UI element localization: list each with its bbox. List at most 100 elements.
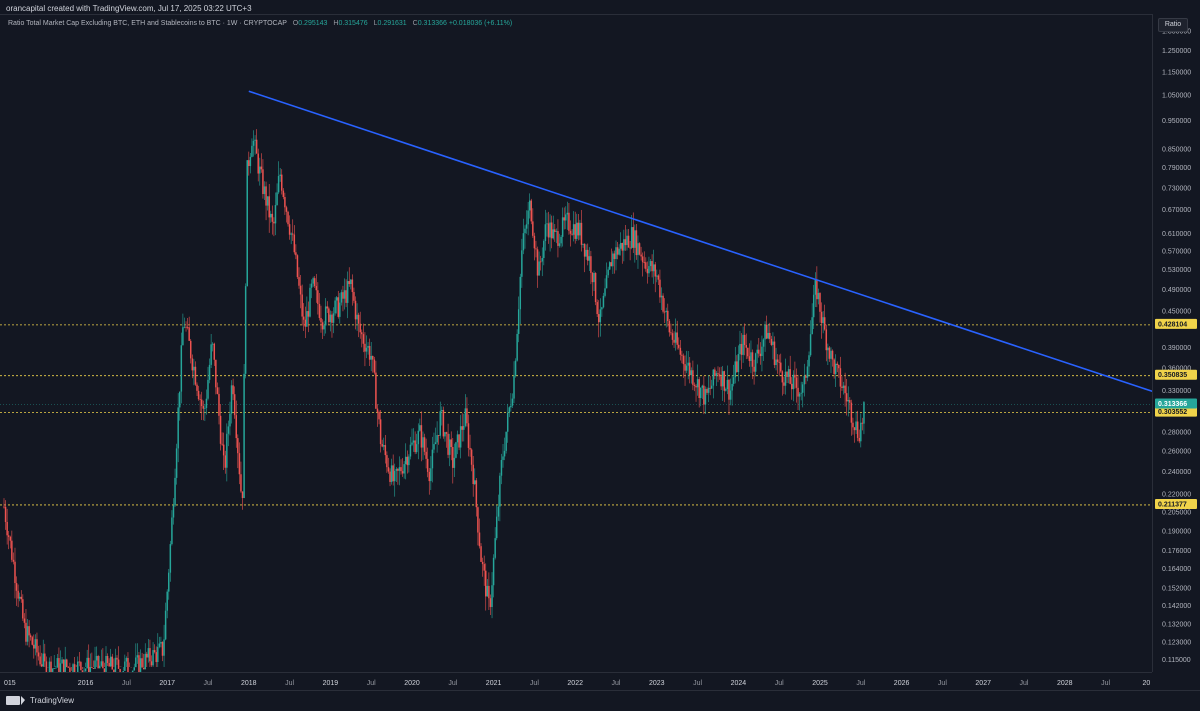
candle-body-542 bbox=[854, 427, 856, 430]
candle-body-348 bbox=[549, 223, 551, 238]
time-label-23: 2027 bbox=[975, 680, 991, 687]
candle-body-259 bbox=[410, 445, 412, 457]
candle-body-280 bbox=[443, 410, 445, 436]
candle-body-110 bbox=[176, 448, 178, 477]
price-tick-2: 1.150000 bbox=[1162, 69, 1191, 76]
candle-body-1 bbox=[5, 507, 7, 522]
candle-body-303 bbox=[479, 533, 481, 547]
candle-body-199 bbox=[316, 286, 318, 290]
candle-body-541 bbox=[852, 423, 854, 428]
candle-body-250 bbox=[396, 469, 398, 471]
candle-body-423 bbox=[667, 311, 669, 321]
candle-body-235 bbox=[372, 356, 374, 360]
price-tick-27: 0.132000 bbox=[1162, 622, 1191, 629]
candle-body-321 bbox=[507, 413, 509, 432]
candle-body-290 bbox=[458, 434, 460, 447]
candle-body-420 bbox=[662, 296, 664, 312]
candle-body-526 bbox=[829, 348, 831, 359]
candle-body-177 bbox=[281, 175, 283, 191]
candle-body-253 bbox=[400, 467, 402, 471]
candle-body-391 bbox=[617, 247, 619, 254]
candle-body-96 bbox=[154, 650, 156, 652]
candle-body-84 bbox=[135, 657, 137, 667]
candle-body-525 bbox=[827, 348, 829, 351]
candle-body-40 bbox=[66, 660, 68, 668]
candle-body-396 bbox=[625, 239, 627, 245]
candle-body-327 bbox=[516, 334, 518, 361]
candle-body-519 bbox=[818, 293, 820, 299]
candle-body-538 bbox=[847, 400, 849, 401]
candle-body-160 bbox=[254, 140, 256, 141]
candle-body-427 bbox=[673, 340, 675, 343]
candle-body-254 bbox=[402, 471, 404, 473]
candle-body-460 bbox=[725, 389, 727, 391]
price-tick-12: 0.490000 bbox=[1162, 287, 1191, 294]
candle-body-459 bbox=[724, 371, 726, 391]
candle-body-252 bbox=[399, 467, 401, 471]
candle-body-196 bbox=[311, 284, 313, 288]
candle-body-159 bbox=[253, 141, 255, 146]
candle-body-193 bbox=[306, 311, 308, 327]
candle-body-338 bbox=[534, 236, 536, 249]
scale-mode-button[interactable]: Ratio bbox=[1158, 18, 1188, 32]
candle-body-366 bbox=[578, 223, 580, 236]
candle-body-528 bbox=[832, 351, 834, 360]
candle-body-399 bbox=[629, 248, 631, 249]
candle-body-304 bbox=[480, 546, 482, 562]
candle-body-432 bbox=[681, 355, 683, 356]
candle-body-318 bbox=[502, 456, 504, 460]
candle-body-319 bbox=[504, 451, 506, 457]
candle-body-203 bbox=[322, 322, 324, 329]
chart-credit: orancapital created with TradingView.com… bbox=[6, 4, 252, 13]
candle-body-187 bbox=[297, 255, 299, 277]
candle-body-231 bbox=[366, 348, 368, 352]
footer-bar: TradingView bbox=[0, 690, 1200, 711]
symbol-legend[interactable]: Ratio Total Market Cap Excluding BTC, ET… bbox=[8, 20, 512, 27]
candle-body-91 bbox=[146, 654, 148, 658]
candle-body-24 bbox=[41, 664, 43, 666]
candle-body-401 bbox=[633, 227, 635, 248]
candle-body-138 bbox=[220, 416, 222, 444]
candle-body-237 bbox=[375, 373, 377, 409]
candle-body-331 bbox=[523, 233, 525, 250]
candle-body-431 bbox=[680, 348, 682, 355]
candle-body-105 bbox=[168, 573, 170, 592]
candle-body-126 bbox=[201, 400, 203, 406]
candle-body-23 bbox=[39, 656, 41, 664]
candle-body-353 bbox=[557, 231, 559, 246]
candle-body-449 bbox=[708, 388, 710, 393]
candle-body-428 bbox=[675, 332, 677, 342]
candle-body-189 bbox=[300, 286, 302, 295]
candle-body-520 bbox=[819, 293, 821, 312]
candle-body-472 bbox=[744, 335, 746, 345]
candlestick-chart[interactable] bbox=[0, 15, 1152, 673]
time-label-13: 2022 bbox=[567, 680, 583, 687]
candle-body-258 bbox=[408, 456, 410, 465]
candle-body-529 bbox=[833, 359, 835, 374]
candle-body-523 bbox=[824, 317, 826, 329]
candle-body-129 bbox=[206, 399, 208, 408]
candle-body-393 bbox=[620, 243, 622, 249]
legend-open: 0.295143 bbox=[298, 20, 327, 27]
candle-body-466 bbox=[735, 361, 737, 377]
candle-body-312 bbox=[493, 558, 495, 585]
candle-body-398 bbox=[628, 236, 630, 248]
candle-body-35 bbox=[58, 658, 60, 673]
candle-body-233 bbox=[369, 346, 371, 360]
candle-body-183 bbox=[290, 234, 292, 235]
time-label-7: 2019 bbox=[323, 680, 339, 687]
price-axis[interactable]: 1.3500001.2500001.1500001.0500000.950000… bbox=[1152, 14, 1200, 672]
candle-body-511 bbox=[805, 376, 807, 378]
candle-body-300 bbox=[474, 480, 476, 484]
candle-body-62 bbox=[101, 661, 103, 665]
candle-body-228 bbox=[361, 332, 363, 334]
candle-body-354 bbox=[559, 243, 561, 246]
chart-pane[interactable] bbox=[0, 14, 1152, 673]
tradingview-logo[interactable]: TradingView bbox=[6, 696, 74, 705]
candle-body-217 bbox=[344, 290, 346, 298]
tradingview-logo-icon bbox=[6, 696, 20, 705]
candle-body-377 bbox=[595, 273, 597, 302]
candle-body-504 bbox=[794, 375, 796, 378]
candle-body-156 bbox=[248, 160, 250, 166]
time-axis[interactable]: 0152016Jul2017Jul2018Jul2019Jul2020Jul20… bbox=[0, 672, 1152, 691]
